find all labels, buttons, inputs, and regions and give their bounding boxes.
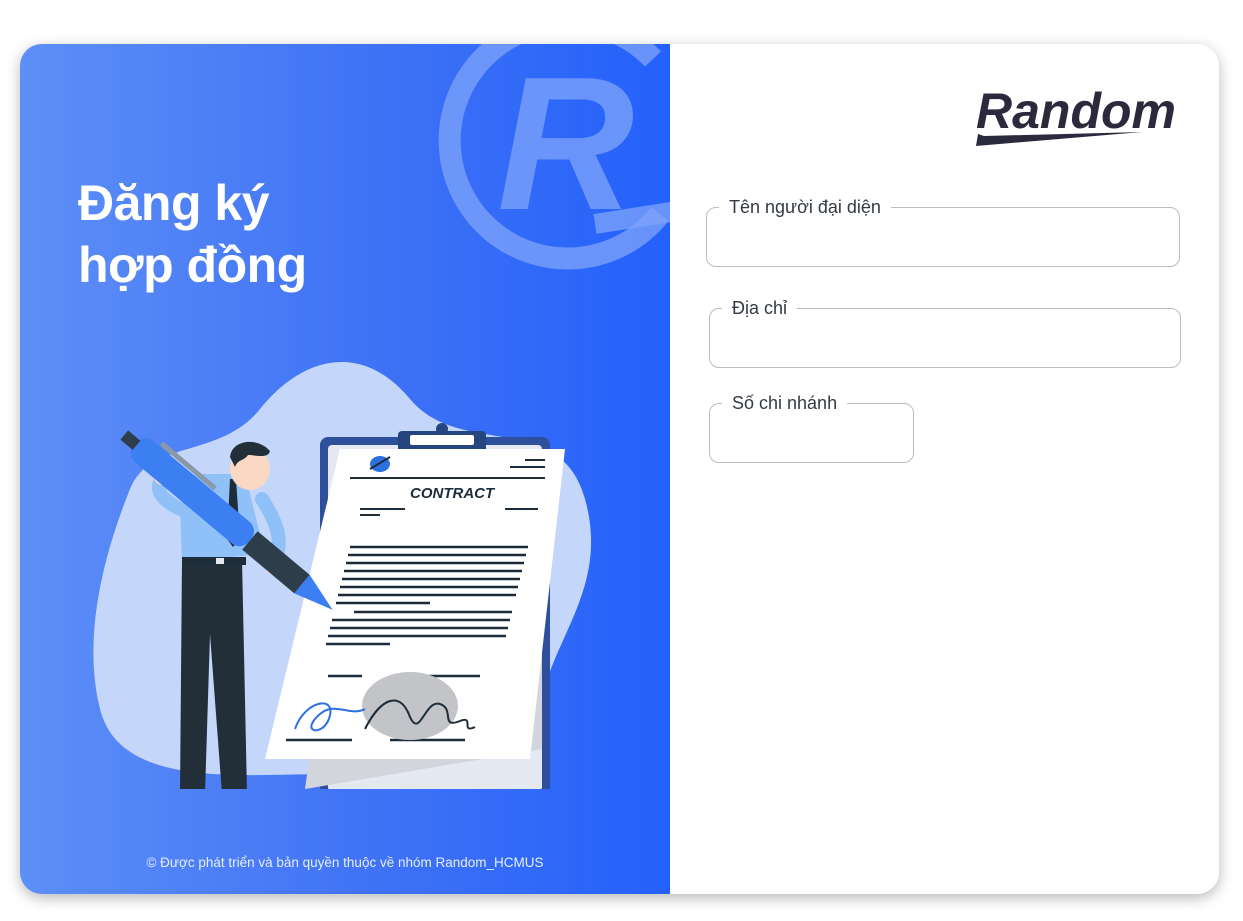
address-field: Địa chỉ <box>709 296 1181 368</box>
representative-name-label: Tên người đại diện <box>719 195 891 219</box>
page-title: Đăng ký hợp đồng <box>78 172 307 296</box>
page-title-line1: Đăng ký <box>78 175 270 231</box>
address-label: Địa chỉ <box>722 296 798 320</box>
representative-name-input[interactable] <box>719 222 1167 252</box>
branch-number-label: Số chi nhánh <box>722 391 848 415</box>
contract-signing-illustration: CONTRACT <box>93 361 592 789</box>
representative-name-field: Tên người đại diện <box>706 195 1180 267</box>
contract-heading: CONTRACT <box>410 485 496 502</box>
address-input[interactable] <box>722 323 1168 353</box>
hero-panel: R Đăng ký hợp đồng CONTRACT © Được phát … <box>20 44 670 894</box>
registration-card: R Đăng ký hợp đồng CONTRACT © Được phát … <box>20 44 1219 894</box>
branch-number-input[interactable] <box>722 418 901 448</box>
logo-text: Random <box>976 84 1176 139</box>
page-title-line2: hợp đồng <box>78 237 307 293</box>
registered-r-watermark-icon: R <box>438 44 670 270</box>
copyright-footer: © Được phát triển và bản quyền thuộc về … <box>146 855 544 870</box>
form-panel: Random Tên người đại diện Địa chỉ Số chi… <box>670 44 1219 894</box>
branch-number-field: Số chi nhánh <box>709 391 914 463</box>
random-logo: Random <box>976 84 1176 146</box>
